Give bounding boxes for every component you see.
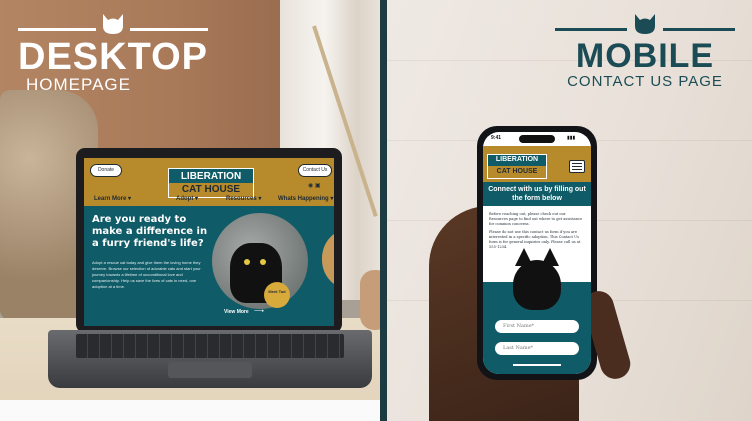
mobile-heading: MOBILE CONTACT US PAGE bbox=[555, 12, 735, 90]
clock: 9:41 bbox=[491, 135, 502, 141]
desktop-title: DESKTOP bbox=[18, 36, 209, 78]
mobile-title: MOBILE bbox=[575, 37, 715, 75]
hamburger-menu-icon[interactable] bbox=[569, 160, 585, 173]
decorative-shape bbox=[322, 228, 334, 290]
nav-adopt[interactable]: Adopt ▾ bbox=[176, 195, 198, 202]
last-name-field[interactable]: Last Name* bbox=[495, 342, 579, 355]
cat-photo bbox=[212, 213, 308, 309]
cat-head-icon bbox=[635, 14, 655, 34]
phone-screen: 9:41 ▮▮▮ LIBERATION CAT HOUSE Connect wi… bbox=[483, 132, 591, 374]
contact-intro-2: Please do not use this contact us form i… bbox=[489, 230, 581, 249]
hero-title: Are you ready to make a difference in a … bbox=[92, 214, 208, 249]
view-more-link[interactable]: View More bbox=[224, 309, 249, 315]
mobile-header: LIBERATION CAT HOUSE bbox=[483, 146, 591, 182]
arrow-right-icon[interactable]: ⟶ bbox=[254, 308, 264, 315]
mobile-panel: MOBILE CONTACT US PAGE 9:41 ▮▮▮ LIBERATI… bbox=[387, 0, 752, 421]
hero-body: Adopt a rescue cat today and give them t… bbox=[92, 260, 201, 289]
desktop-panel: DESKTOP HOMEPAGE Donate Contact Us LIBER… bbox=[0, 0, 380, 421]
nav-whats-happening[interactable]: Whats Happening ▾ bbox=[278, 195, 333, 202]
heading-divider bbox=[555, 12, 735, 38]
donate-button[interactable]: Donate bbox=[90, 164, 122, 177]
desktop-website: Donate Contact Us LIBERATION CAT HOUSE ◉… bbox=[84, 158, 334, 326]
logo-line-2: CAT HOUSE bbox=[488, 166, 546, 178]
dynamic-island bbox=[519, 135, 555, 143]
social-icons: ◉ ▣ bbox=[308, 182, 321, 189]
contact-intro-1: Before reaching out, please check out ou… bbox=[489, 212, 583, 226]
vase bbox=[360, 270, 380, 330]
heading-divider bbox=[18, 12, 208, 38]
meet-tod-badge[interactable]: Meet Tod bbox=[264, 282, 290, 308]
battery-icon: ▮▮▮ bbox=[567, 135, 576, 141]
laptop-trackpad bbox=[168, 362, 252, 378]
cat-eye bbox=[244, 259, 250, 265]
cat-eye bbox=[260, 259, 266, 265]
first-name-field[interactable]: First Name* bbox=[495, 320, 579, 333]
home-indicator bbox=[513, 364, 561, 366]
laptop-keyboard bbox=[76, 334, 344, 358]
contact-us-button[interactable]: Contact Us bbox=[298, 164, 332, 177]
panel-divider bbox=[380, 0, 387, 421]
white-strip bbox=[0, 400, 380, 421]
collage: DESKTOP HOMEPAGE Donate Contact Us LIBER… bbox=[0, 0, 752, 421]
desktop-subtitle: HOMEPAGE bbox=[26, 75, 131, 94]
mobile-logo[interactable]: LIBERATION CAT HOUSE bbox=[487, 154, 547, 179]
cat-silhouette-icon bbox=[513, 248, 561, 310]
contact-banner: Connect with us by filling out the form … bbox=[483, 182, 591, 206]
facebook-icon[interactable]: ◉ bbox=[308, 183, 313, 189]
status-bar: 9:41 ▮▮▮ bbox=[483, 132, 591, 146]
nav-learn-more[interactable]: Learn More ▾ bbox=[94, 195, 131, 202]
nav-resources[interactable]: Resources ▾ bbox=[226, 195, 261, 202]
site-nav: Learn More ▾ Adopt ▾ Resources ▾ Whats H… bbox=[84, 194, 334, 206]
logo-line-1: LIBERATION bbox=[180, 171, 242, 182]
cat-head-icon bbox=[103, 14, 123, 34]
instagram-icon[interactable]: ▣ bbox=[315, 183, 321, 189]
mobile-subtitle: CONTACT US PAGE bbox=[567, 73, 723, 90]
desktop-heading: DESKTOP HOMEPAGE bbox=[18, 12, 208, 94]
logo-line-1: LIBERATION bbox=[495, 156, 539, 163]
contact-intro: Before reaching out, please check out ou… bbox=[489, 212, 585, 250]
